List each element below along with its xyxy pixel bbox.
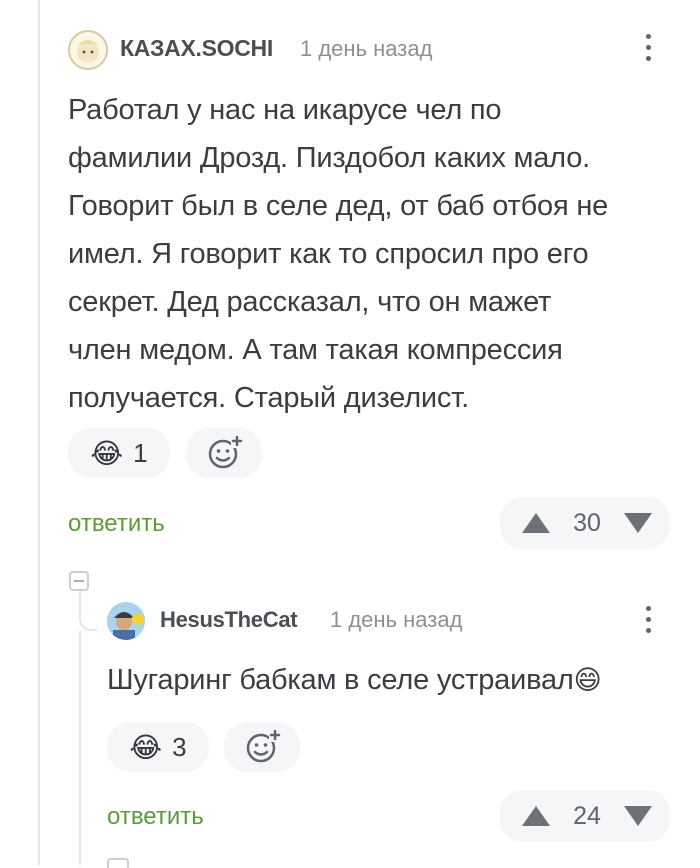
rating-box: 30 [500,497,670,549]
downvote-icon[interactable] [622,804,654,828]
reply-rating-count: 24 [573,801,601,830]
comment-body: Работал у нас на икарусе чел по фамилии … [68,86,678,422]
grinning-emoji-icon: 😄 [573,665,602,695]
comment-more-icon[interactable] [638,34,658,61]
laughing-tears-emoji-icon: 😂 [129,731,163,763]
reply-username[interactable]: HesusTheCat [160,607,298,633]
reaction-pill[interactable]: 😂 1 [68,428,170,478]
reply-reply-link[interactable]: ответить [107,803,204,831]
comment-text-line: член медом. А там такая компрессия [68,334,563,366]
comment-text-line: секрет. Дед рассказал, что он мажет [68,286,552,318]
comment-username[interactable]: КАЗАХ.SOCHI [120,35,273,62]
reply-branch-line [79,591,97,631]
comment-text-line: фамилии Дрозд. Пиздобол каких мало. [68,142,590,174]
comment-text-line: получается. Старый дизелист. [68,382,469,414]
avatar-image [77,40,99,63]
reply-rating-box: 24 [500,790,670,842]
collapse-thread-button[interactable] [69,571,89,591]
reply-text: Шугаринг бабкам в селе устраивал😄 [107,656,687,704]
upvote-icon[interactable] [520,511,552,535]
rating-count: 30 [573,508,601,537]
reaction-count: 1 [133,437,148,468]
comment-timestamp: 1 день назад [300,36,433,61]
laughing-tears-emoji-icon: 😂 [90,437,124,469]
reply-link[interactable]: ответить [68,510,165,538]
reply-timestamp: 1 день назад [330,607,463,632]
comment-text-line: Говорит был в селе дед, от баб отбоя не [68,190,609,222]
reply-avatar-image [107,602,145,640]
reply-more-icon[interactable] [638,606,658,633]
collapse-icon [74,580,84,582]
add-reaction-icon [208,435,243,469]
add-reaction-button[interactable] [186,428,262,478]
comment-text-line: Работал у нас на икарусе чел по [68,94,502,126]
add-reaction-icon [246,729,281,763]
reply-add-reaction-button[interactable] [224,722,300,772]
reply-text-content: Шугаринг бабкам в селе устраивал [107,664,574,696]
reply-reaction-count: 3 [172,731,187,762]
next-collapse-button[interactable] [107,858,129,868]
comment-text-line: имел. Я говорит как то спросил про его [68,238,589,270]
reply-thread-line [79,631,81,865]
thread-line [38,0,40,865]
reply-user-avatar[interactable] [107,602,145,640]
reply-body: Шугаринг бабкам в селе устраивал😄 [107,656,687,704]
user-avatar[interactable] [68,30,108,70]
downvote-icon[interactable] [622,511,654,535]
upvote-icon[interactable] [520,804,552,828]
reply-reaction-pill[interactable]: 😂 3 [107,722,209,772]
